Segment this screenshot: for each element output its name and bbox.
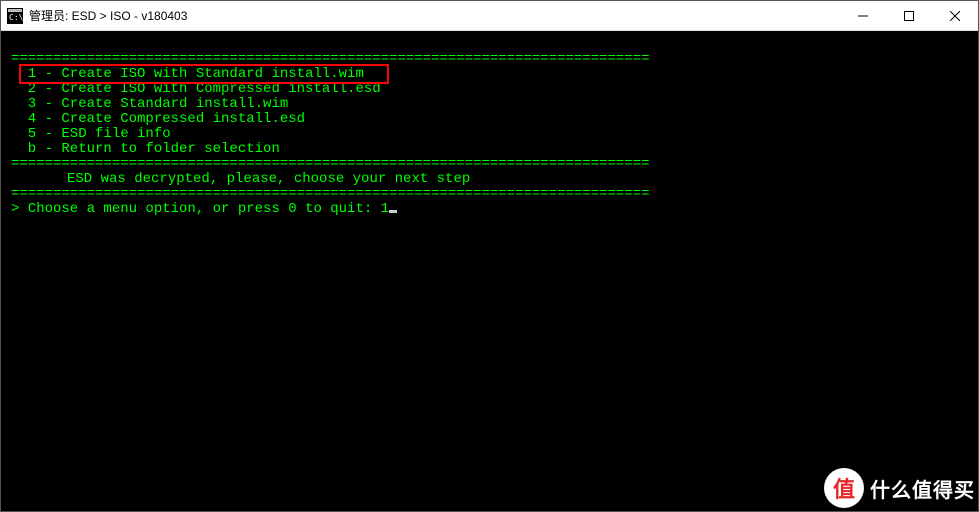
menu-item-3: 3 - Create Standard install.wim xyxy=(11,96,288,112)
cmd-icon: C:\ xyxy=(7,8,23,24)
svg-text:C:\: C:\ xyxy=(9,13,23,22)
window-controls xyxy=(840,1,978,30)
separator-line: ========================================… xyxy=(11,51,650,67)
menu-item-5: 5 - ESD file info xyxy=(11,126,171,142)
menu-item-4: 4 - Create Compressed install.esd xyxy=(11,111,305,127)
menu-item-b: b - Return to folder selection xyxy=(11,141,280,157)
terminal-output[interactable]: ========================================… xyxy=(1,31,978,511)
menu-item-2: 2 - Create ISO with Compressed install.e… xyxy=(11,81,381,97)
prompt-text: > Choose a menu option, or press 0 to qu… xyxy=(11,201,381,217)
close-button[interactable] xyxy=(932,1,978,30)
menu-block: 1 - Create ISO with Standard install.wim… xyxy=(11,67,381,157)
separator-line: ========================================… xyxy=(11,186,650,202)
app-window: C:\ 管理员: ESD > ISO - v180403 ===========… xyxy=(0,0,979,512)
maximize-button[interactable] xyxy=(886,1,932,30)
titlebar: C:\ 管理员: ESD > ISO - v180403 xyxy=(1,1,978,31)
separator-line: ========================================… xyxy=(11,156,650,172)
menu-item-1: 1 - Create ISO with Standard install.wim xyxy=(11,66,364,82)
prompt-line: > Choose a menu option, or press 0 to qu… xyxy=(11,201,397,217)
status-message: ESD was decrypted, please, choose your n… xyxy=(11,171,470,187)
window-title: 管理员: ESD > ISO - v180403 xyxy=(29,7,840,24)
minimize-button[interactable] xyxy=(840,1,886,30)
prompt-input[interactable]: 1 xyxy=(381,201,389,217)
cursor xyxy=(389,210,397,213)
